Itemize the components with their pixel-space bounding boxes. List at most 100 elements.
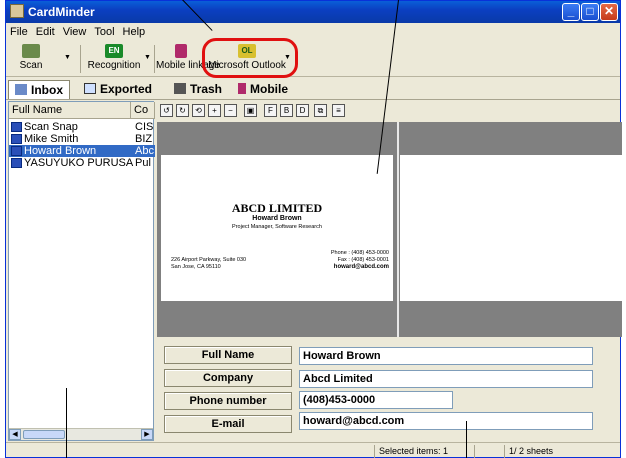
main-toolbar: Scan ▼ EN Recognition ▼ Mobile linkage O…: [6, 41, 620, 77]
company-label: Company: [164, 369, 292, 387]
tab-inbox-label: Inbox: [31, 83, 63, 97]
recognition-icon: EN: [105, 44, 123, 58]
card-contact: Phone : (408) 453-0000 Fax : (408) 453-0…: [331, 250, 389, 271]
image-options-icon[interactable]: ▣: [244, 104, 257, 117]
email-field[interactable]: howard@abcd.com: [299, 412, 593, 430]
menu-view[interactable]: View: [59, 23, 91, 38]
title-bar[interactable]: CardMinder _ □ ✕: [6, 1, 620, 23]
cardminder-app-icon: [10, 4, 24, 18]
mobile-linkage-label: Mobile linkage: [156, 60, 220, 71]
phone-number-label: Phone number: [164, 392, 292, 410]
list-item-company: BIZ: [135, 133, 153, 145]
tab-mobile[interactable]: Mobile: [232, 80, 294, 99]
card-icon: [11, 134, 22, 144]
rotate-left-icon[interactable]: ↺: [160, 104, 173, 117]
card-address-line2: San Jose, CA 95110: [171, 264, 221, 270]
tab-trash[interactable]: Trash: [168, 80, 228, 99]
card-name: Howard Brown: [252, 215, 302, 222]
cardminder-window: CardMinder _ □ ✕ File Edit View Tool Help Sc…: [5, 0, 622, 458]
sheet-count-status: 1/ 2 sheets: [504, 445, 574, 458]
mobile-linkage-button[interactable]: Mobile linkage: [156, 41, 220, 77]
zoom-out-icon[interactable]: −: [224, 104, 237, 117]
menu-tool[interactable]: Tool: [90, 23, 118, 38]
callout-line-form: [466, 421, 467, 458]
full-name-label: Full Name: [164, 346, 292, 364]
email-label: E-mail: [164, 415, 292, 433]
card-address: 226 Airport Parkway, Suite 030 San Jose,…: [171, 257, 246, 271]
scroll-right-button[interactable]: ▶: [141, 429, 153, 440]
list-item[interactable]: Howard Brown Abc: [9, 145, 155, 157]
card-title: Project Manager, Software Research: [232, 224, 322, 230]
zoom-in-icon[interactable]: +: [208, 104, 221, 117]
selected-items-status: Selected items: 1: [374, 445, 450, 458]
callout-line-card-list: [66, 388, 67, 458]
rotate-right-icon[interactable]: ↻: [176, 104, 189, 117]
scroll-thumb[interactable]: [23, 430, 65, 439]
scroll-left-button[interactable]: ◀: [9, 429, 21, 440]
card-email: howard@abcd.com: [333, 264, 389, 270]
tab-exported[interactable]: Exported: [78, 80, 158, 99]
scan-label: Scan: [19, 60, 43, 71]
card-icon: [11, 158, 22, 168]
column-header-company[interactable]: Co: [131, 102, 155, 119]
recognition-button[interactable]: EN Recognition: [84, 41, 144, 77]
inbox-icon: [15, 84, 27, 95]
list-item-company: CIS: [135, 121, 154, 133]
company-field[interactable]: Abcd Limited: [299, 370, 593, 388]
card-icon: [11, 122, 22, 132]
properties-icon[interactable]: ≡: [332, 104, 345, 117]
both-sides-icon[interactable]: D: [296, 104, 309, 117]
card-company: ABCD LIMITED: [231, 201, 323, 215]
image-toolbar: ↺ ↻ ⟲ + − ▣ F B D ⧉ ≡: [158, 101, 622, 121]
recognition-label: Recognition: [87, 60, 141, 71]
tab-trash-label: Trash: [190, 82, 223, 96]
trash-icon: [174, 83, 186, 94]
mobile-phone-icon: [175, 44, 187, 58]
list-item-company: Pul: [135, 157, 151, 169]
business-card-back: [400, 155, 622, 301]
card-image-viewer: ABCD LIMITED Howard Brown Project Manage…: [157, 122, 622, 337]
back-side-icon[interactable]: B: [280, 104, 293, 117]
status-bar: Selected items: 1 1/ 2 sheets: [6, 442, 620, 458]
menu-edit[interactable]: Edit: [32, 23, 59, 38]
menu-bar: File Edit View Tool Help: [6, 23, 620, 41]
recognition-dropdown-arrow[interactable]: ▼: [142, 41, 152, 77]
mobile-tab-icon: [238, 83, 246, 94]
column-header-full-name[interactable]: Full Name: [9, 102, 131, 119]
copy-image-icon[interactable]: ⧉: [314, 104, 327, 117]
folder-tabs: Inbox Exported Trash Mobile: [6, 78, 620, 100]
list-item[interactable]: YASUYUKO PURUSA Pul: [9, 157, 155, 169]
card-list[interactable]: Full Name Co Scan Snap CIS Mike Smith BIZ Ho…: [8, 101, 155, 441]
menu-help[interactable]: Help: [119, 23, 150, 38]
horizontal-scrollbar[interactable]: ◀ ▶: [9, 428, 153, 440]
menu-file[interactable]: File: [6, 23, 32, 38]
list-item-company: Abc: [135, 145, 154, 157]
list-item-name: Scan Snap: [24, 121, 78, 133]
minimize-button[interactable]: _: [562, 3, 580, 21]
card-fax: Fax : (408) 453-0001: [337, 257, 389, 263]
list-item[interactable]: Mike Smith BIZ: [9, 133, 155, 145]
close-button[interactable]: ✕: [600, 3, 618, 21]
card-address-line1: 226 Airport Parkway, Suite 030: [171, 257, 247, 263]
tab-mobile-label: Mobile: [250, 82, 288, 96]
phone-number-field[interactable]: (408)453-0000: [299, 391, 453, 409]
list-item-name: YASUYUKO PURUSA: [24, 157, 134, 169]
tab-exported-label: Exported: [100, 82, 153, 96]
card-fields-form: Full Name Howard Brown Company Abcd Limi…: [157, 339, 622, 441]
list-item-name: Howard Brown: [24, 145, 97, 157]
maximize-button[interactable]: □: [581, 3, 599, 21]
business-card-front: ABCD LIMITED Howard Brown Project Manage…: [161, 155, 393, 301]
list-item-name: Mike Smith: [24, 133, 79, 145]
card-icon: [11, 146, 22, 156]
scan-button[interactable]: Scan: [10, 41, 52, 77]
scan-dropdown-arrow[interactable]: ▼: [62, 41, 72, 77]
outlook-highlight-circle: [202, 38, 298, 78]
full-name-field[interactable]: Howard Brown: [299, 347, 593, 365]
rotate-180-icon[interactable]: ⟲: [192, 104, 205, 117]
tab-inbox[interactable]: Inbox: [8, 80, 70, 99]
front-side-icon[interactable]: F: [264, 104, 277, 117]
list-item[interactable]: Scan Snap CIS: [9, 121, 155, 133]
window-title: CardMinder: [28, 5, 95, 19]
exported-icon: [84, 83, 96, 94]
card-phone: Phone : (408) 453-0000: [330, 250, 389, 256]
